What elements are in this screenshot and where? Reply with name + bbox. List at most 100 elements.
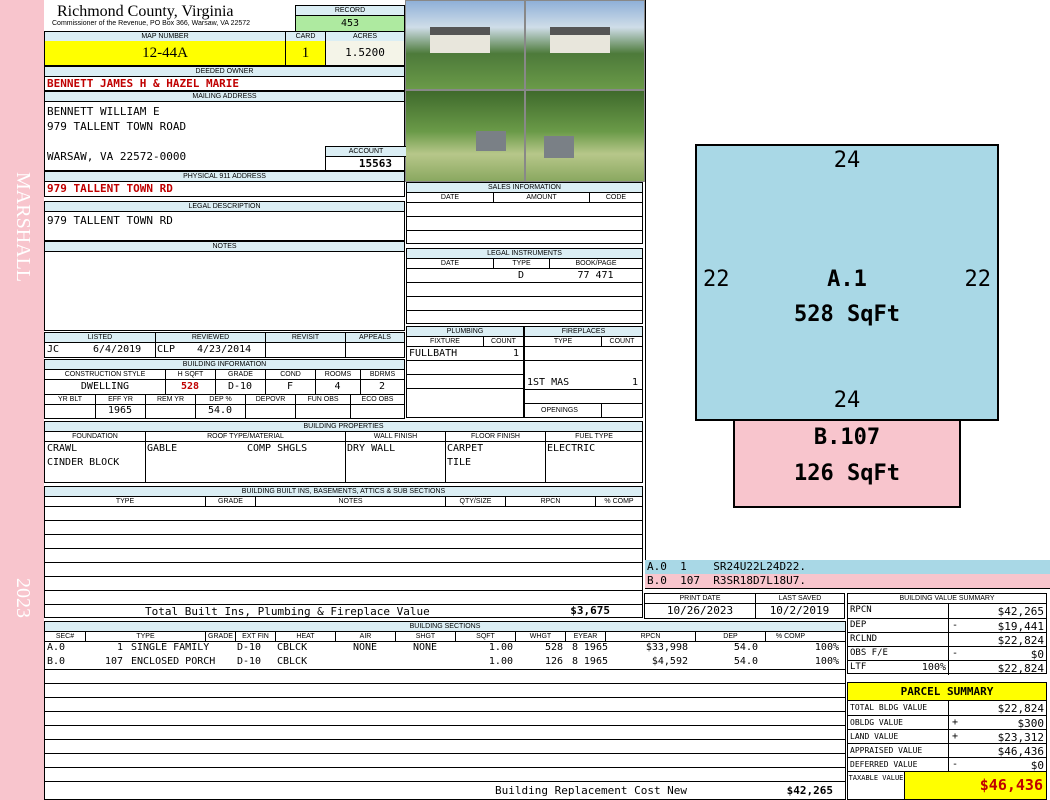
bi-effyr: 1965 (107, 405, 133, 416)
sec-col-2: GRADE (205, 632, 235, 641)
builtins-total-value: $3,675 (570, 604, 610, 617)
bi-style: DWELLING (80, 381, 130, 392)
sketch-a-area: 528 SqFt (794, 302, 900, 327)
bi-cond: F (286, 381, 294, 392)
property-photo-2 (525, 0, 645, 90)
deeded-owner-box: DEEDED OWNER BENNETT JAMES H & HAZEL MAR… (44, 66, 405, 91)
acres-value: 1.5200 (325, 41, 404, 65)
sec-cell-comp: 100% (814, 656, 839, 667)
legal-description-box: LEGAL DESCRIPTION 979 TALLENT TOWN RD (44, 201, 405, 241)
fireplace-col-type: TYPE (525, 337, 601, 346)
parcel-summary-row: APPRAISED VALUE $46,436 (848, 743, 1046, 758)
parcel-summary-row: OBLDG VALUE + $300 (848, 715, 1046, 730)
bi-col-yrblt: YR BLT (45, 395, 95, 404)
sidebar-owner-name: MARSHALL (12, 172, 34, 283)
sketch-a-bottom-dim: 24 (833, 388, 861, 413)
sidebar-year: 2023 (12, 578, 34, 618)
instr-type: D (517, 270, 525, 281)
value-summary-row: DEP - $19,441 (848, 618, 1046, 633)
deeded-owner: BENNETT JAMES H & HAZEL MARIE (47, 77, 240, 90)
prop-col-foundation: FOUNDATION (45, 432, 145, 441)
sales-col-code: CODE (589, 193, 642, 202)
physical-address-box: PHYSICAL 911 ADDRESS 979 TALLENT TOWN RD (44, 171, 405, 197)
sec-col-5: AIR (335, 632, 395, 641)
building-info-box: BUILDING INFORMATION CONSTRUCTION STYLE … (44, 359, 405, 419)
bin-col-notes: NOTES (255, 497, 445, 506)
acres-label: ACRES (325, 32, 404, 41)
bin-col-qty: QTY/SIZE (445, 497, 505, 506)
parcel-summary-box: PARCEL SUMMARY TOTAL BLDG VALUE $22,824 OB… (847, 682, 1047, 800)
revisit-label: REVISIT (265, 333, 345, 342)
builtins-total-label: Total Built Ins, Plumbing & Fireplace Va… (145, 605, 430, 618)
bi-col-funobs: FUN OBS (295, 395, 350, 404)
vs-row-label: LTF (850, 662, 867, 672)
vs-row-value: $42,265 (997, 605, 1044, 618)
parcel-summary-row: DEFERRED VALUE - $0 (848, 757, 1046, 772)
bi-col-grade: GRADE (215, 370, 265, 379)
taxable-value: $46,436 (904, 772, 1046, 799)
ps-row-label: LAND VALUE (850, 732, 899, 741)
bin-col-grade: GRADE (205, 497, 255, 506)
account-label: ACCOUNT (326, 147, 406, 157)
vs-row-label: DEP (850, 620, 867, 630)
sec-cell-num: 107 (104, 656, 123, 667)
property-photo-3 (405, 90, 525, 182)
legal-description-label: LEGAL DESCRIPTION (45, 202, 404, 212)
sidebar: MARSHALL 2023 (0, 0, 44, 800)
sec-cell-sqft: 528 (544, 642, 563, 653)
taxable-row: TAXABLE VALUE $46,436 (848, 771, 1046, 799)
plumbing-count: 1 (512, 348, 519, 359)
sec-cell-grade: D-10 (237, 656, 262, 667)
deeded-owner-label: DEEDED OWNER (45, 67, 404, 77)
sec-cell-eyear: 1965 (583, 656, 608, 667)
prop-fuel: ELECTRIC (547, 443, 596, 454)
prop-foundation-1: CRAWL (47, 443, 78, 454)
bin-col-type: TYPE (45, 497, 205, 506)
sketch-a-label: A.1 (827, 267, 867, 292)
bi-col-remyr: REM YR (145, 395, 195, 404)
bi-col-dep: DEP % (195, 395, 245, 404)
sec-cell-type: SINGLE FAMILY (131, 642, 210, 653)
sec-col-1: TYPE (85, 632, 205, 641)
sketch-section-a[interactable]: 24 24 22 22 A.1 528 SqFt (695, 144, 999, 421)
reviewed-label: REVIEWED (155, 333, 265, 342)
mailing-address-label: MAILING ADDRESS (45, 92, 404, 102)
sec-col-0: SEC# (45, 632, 85, 641)
physical-address-label: PHYSICAL 911 ADDRESS (45, 172, 404, 182)
sec-cell-ext: CBLCK (277, 642, 308, 653)
record-value: 453 (296, 16, 404, 31)
listed-label: LISTED (45, 333, 155, 342)
sec-cell-sec: B.0 (47, 656, 66, 667)
print-date-label: PRINT DATE (645, 594, 755, 603)
sec-cell-rpcn: $4,592 (651, 656, 688, 667)
instr-col-date: DATE (407, 259, 493, 268)
fireplace-openings-label: OPENINGS (541, 407, 578, 414)
commissioner-line: Commissioner of the Revenue, PO Box 366,… (52, 20, 251, 27)
sec-col-8: WHGT (515, 632, 565, 641)
dates-box: PRINT DATE LAST SAVED 10/26/2023 10/2/20… (644, 593, 845, 619)
sketch-section-b[interactable]: B.107 126 SqFt (733, 421, 961, 508)
ps-row-label: OBLDG VALUE (850, 718, 903, 727)
reviewed-date: 4/23/2014 (197, 344, 252, 355)
bi-col-ecoobs: ECO OBS (350, 395, 404, 404)
prop-col-wall: WALL FINISH (345, 432, 445, 441)
record-box: RECORD 453 (295, 5, 405, 31)
sec-cell-type: ENCLOSED PORCH (131, 656, 216, 667)
vs-row-pct: 100% (921, 662, 946, 673)
bi-col-style: CONSTRUCTION STYLE (45, 370, 165, 379)
sec-cell-heat: NONE (352, 642, 378, 653)
bi-col-depovr: DEPOVR (245, 395, 295, 404)
map-number: 12-44A (45, 41, 285, 65)
builtins-label: BUILDING BUILT INS, BASEMENTS, ATTICS & … (45, 487, 642, 497)
physical-address: 979 TALLENT TOWN RD (47, 182, 173, 195)
sec-cell-dep: 54.0 (733, 642, 758, 653)
fireplaces-label: FIREPLACES (525, 327, 642, 337)
prop-wall: DRY WALL (347, 443, 396, 454)
bi-col-effyr: EFF YR (95, 395, 145, 404)
vs-row-label: RCLND (850, 634, 878, 644)
bi-hsqft: 528 (180, 381, 200, 392)
parcel-summary-label: PARCEL SUMMARY (848, 683, 1046, 701)
replacement-cost-value: $42,265 (786, 784, 833, 797)
taxable-label: TAXABLE VALUE (848, 774, 904, 782)
fireplace-count: 1 (631, 377, 638, 388)
